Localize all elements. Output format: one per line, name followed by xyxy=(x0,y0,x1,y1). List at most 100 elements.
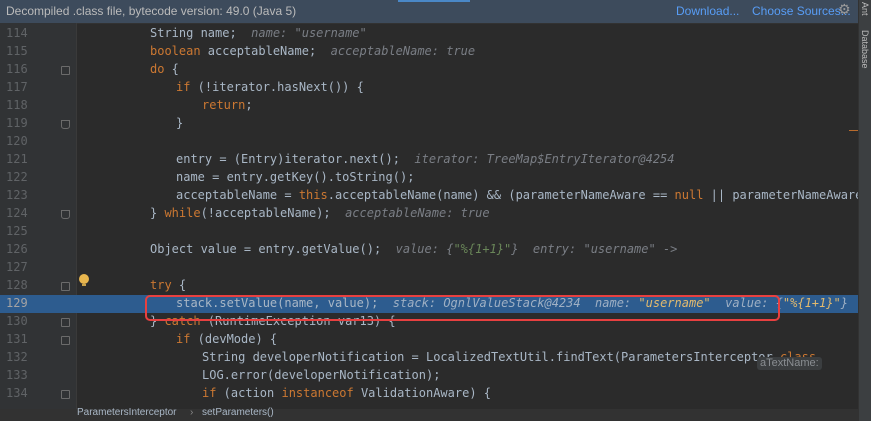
fold-marker-icon[interactable] xyxy=(61,318,70,327)
code-token: } xyxy=(176,116,184,130)
code-line[interactable]: 119} xyxy=(0,115,859,133)
code-token: return xyxy=(202,98,246,112)
code-token: (!iterator.hasNext()) { xyxy=(190,80,364,94)
line-number[interactable]: 123 xyxy=(6,188,30,202)
code-line[interactable]: 131 if (devMode) { xyxy=(0,331,859,349)
choose-sources-link[interactable]: Choose Sources... xyxy=(752,4,851,18)
code-text[interactable]: acceptableName = this.acceptableName(nam… xyxy=(176,188,871,202)
code-text[interactable]: Object value = entry.getValue(); value: … xyxy=(150,242,677,256)
code-line[interactable]: 121 entry = (Entry)iterator.next(); itera… xyxy=(0,151,859,169)
line-number[interactable]: 131 xyxy=(6,332,30,346)
code-line[interactable]: 115 boolean acceptableName; acceptableNam… xyxy=(0,43,859,61)
code-line[interactable]: 134 if (action instanceof ValidationAware… xyxy=(0,385,859,403)
database-tool-tab[interactable]: Database xyxy=(860,30,870,69)
code-token: boolean xyxy=(150,44,201,58)
code-token: acceptableName: true xyxy=(330,206,490,220)
code-token: String name; xyxy=(150,26,237,40)
code-text[interactable]: } xyxy=(176,116,183,130)
banner-text: Decompiled .class file, bytecode version… xyxy=(6,4,297,18)
line-number[interactable]: 121 xyxy=(6,152,30,166)
line-number[interactable]: 133 xyxy=(6,368,30,382)
line-number[interactable]: 116 xyxy=(6,62,30,76)
line-number[interactable]: 126 xyxy=(6,242,30,256)
code-line[interactable]: 128 try { xyxy=(0,277,859,295)
breadcrumb: ParametersInterceptor › setParameters() xyxy=(0,407,859,421)
line-number[interactable]: 132 xyxy=(6,350,30,364)
code-token: Object value = entry.getValue(); xyxy=(150,242,382,256)
code-line[interactable]: 118 return; xyxy=(0,97,859,115)
fold-marker-icon[interactable] xyxy=(61,336,70,345)
gear-icon[interactable]: ⚙ xyxy=(838,3,852,17)
code-text[interactable]: return; xyxy=(202,98,253,112)
code-line[interactable]: 123 acceptableName = this.acceptableName(… xyxy=(0,187,871,205)
code-line[interactable]: 120 xyxy=(0,133,859,151)
line-number[interactable]: 114 xyxy=(6,26,30,40)
code-token: "%{1+1}" xyxy=(782,296,841,310)
line-number[interactable]: 134 xyxy=(6,386,30,400)
code-text[interactable]: if (action instanceof ValidationAware) { xyxy=(202,386,491,400)
code-line[interactable]: 133 LOG.error(developerNotification); xyxy=(0,367,859,385)
code-text[interactable]: do { xyxy=(150,62,179,76)
lightbulb-icon[interactable] xyxy=(79,274,89,286)
code-text[interactable]: boolean acceptableName; acceptableName: … xyxy=(150,44,475,58)
fold-marker-icon[interactable] xyxy=(61,210,70,219)
active-tab-indicator xyxy=(398,0,470,2)
code-text[interactable]: LOG.error(developerNotification); xyxy=(202,368,440,382)
code-text[interactable]: name = entry.getKey().toString(); xyxy=(176,170,414,184)
code-line[interactable]: 126 Object value = entry.getValue(); valu… xyxy=(0,241,859,259)
right-tool-strip: Ant Database xyxy=(858,0,871,421)
code-token: } xyxy=(150,206,165,220)
line-number[interactable]: 118 xyxy=(6,98,30,112)
code-token: } entry: "username" -> xyxy=(511,242,678,256)
code-line[interactable]: 132 String developerNotification = Locali… xyxy=(0,349,859,367)
code-token: { xyxy=(164,62,179,76)
decompiled-banner: Decompiled .class file, bytecode version… xyxy=(0,0,859,24)
line-number[interactable]: 120 xyxy=(6,134,30,148)
line-number[interactable]: 119 xyxy=(6,116,30,130)
code-token: { xyxy=(171,278,187,292)
ant-tool-tab[interactable]: Ant xyxy=(860,2,870,16)
code-text[interactable]: if (!iterator.hasNext()) { xyxy=(176,80,364,94)
line-number[interactable]: 117 xyxy=(6,80,30,94)
code-line[interactable]: 125 xyxy=(0,223,859,241)
breadcrumb-separator: › xyxy=(190,407,194,418)
line-number[interactable]: 128 xyxy=(6,278,30,292)
line-number[interactable]: 125 xyxy=(6,224,30,238)
code-line[interactable]: 114 String name; name: "username" xyxy=(0,25,859,43)
code-text[interactable]: if (devMode) { xyxy=(176,332,277,346)
code-line[interactable]: 122 name = entry.getKey().toString(); xyxy=(0,169,859,187)
code-token: do xyxy=(150,62,165,76)
fold-marker-icon[interactable] xyxy=(61,390,70,399)
line-number[interactable]: 129 xyxy=(6,296,30,310)
code-token: if xyxy=(176,80,191,94)
code-line[interactable]: 116 do { xyxy=(0,61,859,79)
breadcrumb-method[interactable]: setParameters() xyxy=(202,407,274,418)
fold-marker-icon[interactable] xyxy=(61,66,70,75)
breadcrumb-class[interactable]: ParametersInterceptor xyxy=(77,407,177,418)
code-token: name: "username" xyxy=(236,26,367,40)
code-text[interactable]: try { xyxy=(150,278,186,292)
code-token: LOG.error(developerNotification); xyxy=(202,368,441,382)
line-number[interactable]: 124 xyxy=(6,206,30,220)
code-text[interactable]: } while(!acceptableName); acceptableName… xyxy=(150,206,490,220)
code-token: while xyxy=(164,206,201,220)
error-stripe-marker[interactable] xyxy=(849,130,858,131)
code-token: acceptableName = xyxy=(176,188,299,202)
fold-marker-icon[interactable] xyxy=(61,120,70,129)
parameter-inlay-hint: aTextName: xyxy=(757,357,822,370)
code-token: if xyxy=(176,332,191,346)
code-editor[interactable]: 114 String name; name: "username" 115 boole… xyxy=(0,23,871,409)
line-number[interactable]: 122 xyxy=(6,170,30,184)
line-number[interactable]: 130 xyxy=(6,314,30,328)
code-line[interactable]: 124} while(!acceptableName); acceptableN… xyxy=(0,205,859,223)
line-number[interactable]: 127 xyxy=(6,260,30,274)
code-token: (!acceptableName); xyxy=(200,206,331,220)
code-text[interactable]: String name; name: "username" xyxy=(150,26,367,40)
code-line[interactable]: 117 if (!iterator.hasNext()) { xyxy=(0,79,859,97)
line-number[interactable]: 115 xyxy=(6,44,30,58)
download-link[interactable]: Download... xyxy=(676,4,739,18)
code-text[interactable]: entry = (Entry)iterator.next(); iterator… xyxy=(176,152,675,166)
code-token: ; xyxy=(245,98,253,112)
code-line[interactable]: 127 xyxy=(0,259,859,277)
fold-marker-icon[interactable] xyxy=(61,282,70,291)
